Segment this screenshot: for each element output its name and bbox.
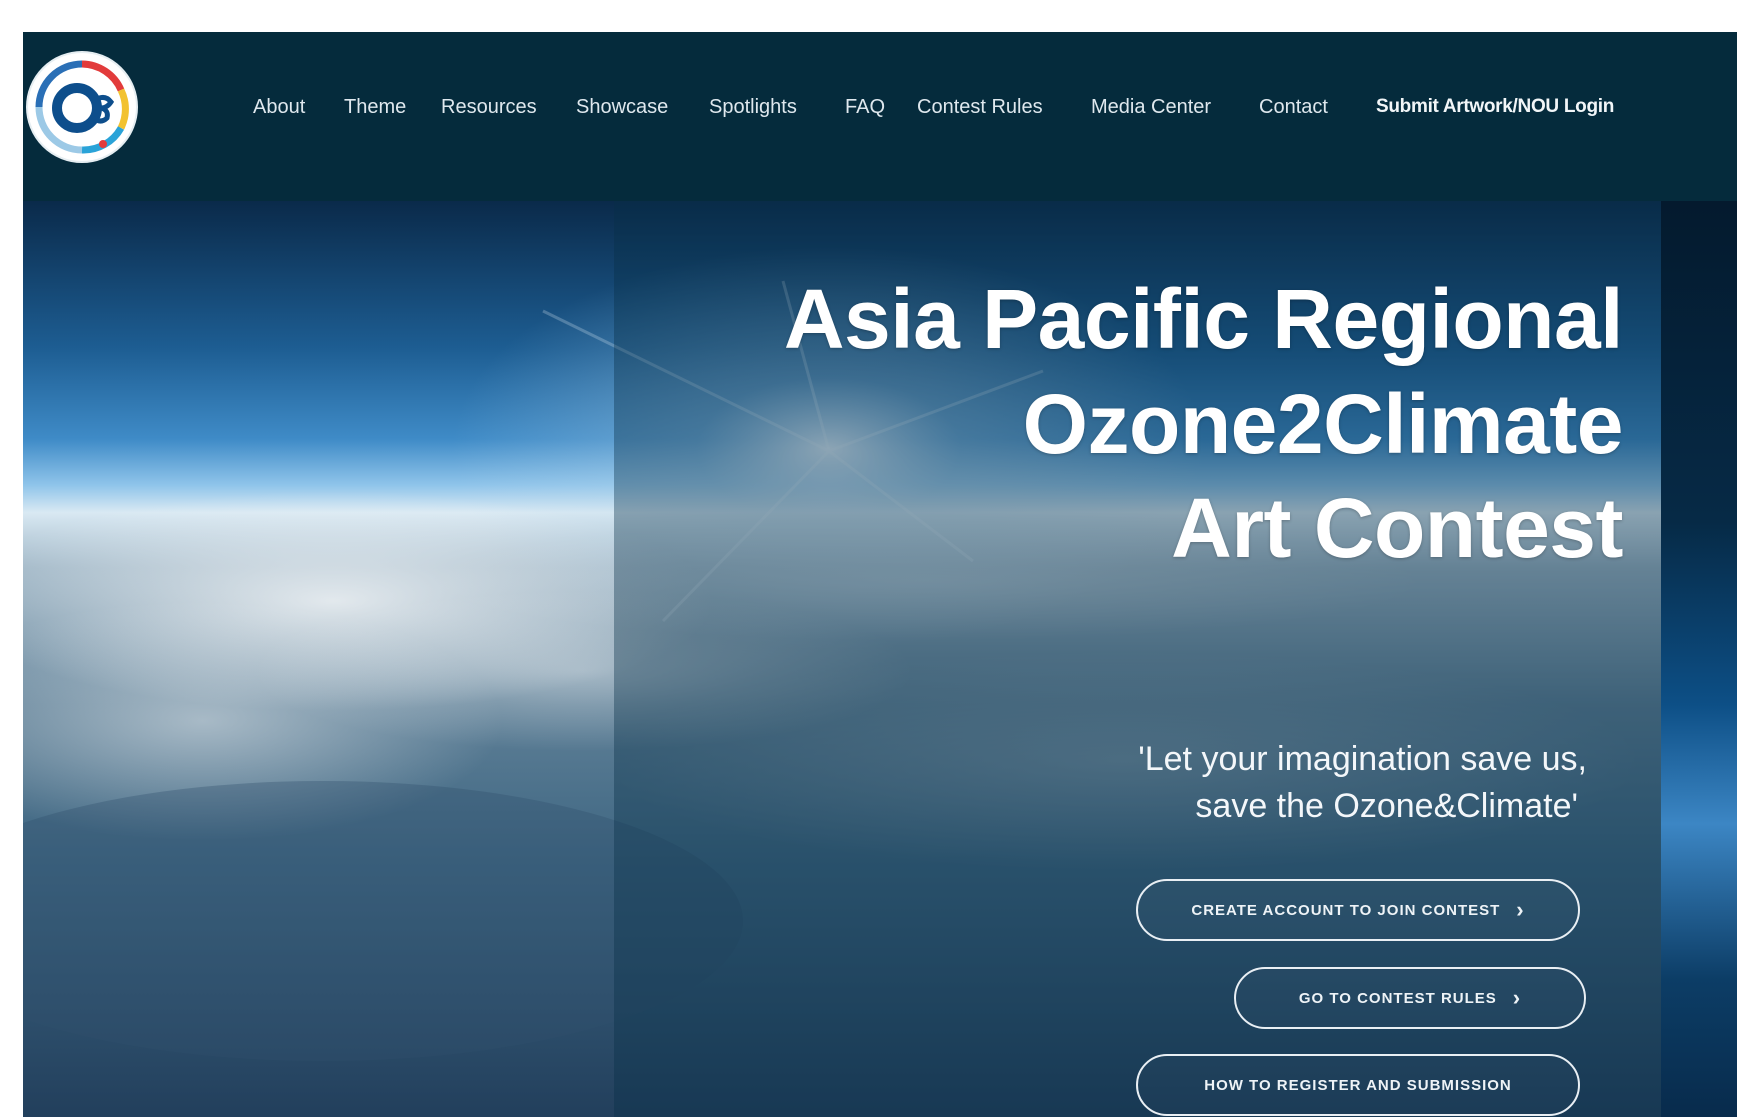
how-to-register-button[interactable]: HOW TO REGISTER AND SUBMISSION bbox=[1136, 1054, 1580, 1116]
contest-rules-button[interactable]: GO TO CONTEST RULES › bbox=[1234, 967, 1586, 1029]
hero-title-line-3: Art Contest bbox=[1171, 481, 1623, 575]
nav-media-center[interactable]: Media Center bbox=[1091, 94, 1211, 120]
nav-contact[interactable]: Contact bbox=[1259, 94, 1328, 120]
hero-quote-line-2: save the Ozone&Climate' bbox=[1195, 787, 1578, 825]
site-header: About Theme Resources Showcase Spotlight… bbox=[23, 32, 1737, 201]
hero-title-line-2: Ozone2Climate bbox=[1022, 377, 1624, 471]
nav-spotlights[interactable]: Spotlights bbox=[709, 94, 797, 120]
nav-faq[interactable]: FAQ bbox=[845, 94, 885, 120]
chevron-right-icon: › bbox=[1512, 985, 1522, 1010]
create-account-button[interactable]: CREATE ACCOUNT TO JOIN CONTEST › bbox=[1136, 879, 1580, 941]
page-edge-background bbox=[1661, 201, 1737, 1117]
chevron-right-icon: › bbox=[1516, 897, 1525, 922]
hero-quote-line-1: 'Let your imagination save us, bbox=[1138, 740, 1587, 778]
nav-contest-rules[interactable]: Contest Rules bbox=[917, 94, 1043, 120]
browser-viewport: About Theme Resources Showcase Spotlight… bbox=[23, 32, 1737, 1117]
nav-about[interactable]: About bbox=[253, 94, 305, 120]
nav-showcase[interactable]: Showcase bbox=[576, 94, 668, 120]
nav-resources[interactable]: Resources bbox=[441, 94, 537, 120]
nav-submit-artwork-login[interactable]: Submit Artwork/NOU Login bbox=[1376, 94, 1614, 120]
o3-contest-logo-icon[interactable] bbox=[25, 50, 139, 164]
contest-rules-label: GO TO CONTEST RULES bbox=[1298, 989, 1497, 1007]
hero-title-line-1: Asia Pacific Regional bbox=[783, 272, 1624, 366]
nav-theme[interactable]: Theme bbox=[344, 94, 406, 120]
hero-section: Asia Pacific Regional Ozone2Climate Art … bbox=[23, 201, 1737, 1117]
how-to-register-label: HOW TO REGISTER AND SUBMISSION bbox=[1204, 1076, 1512, 1094]
create-account-label: CREATE ACCOUNT TO JOIN CONTEST bbox=[1191, 901, 1501, 919]
